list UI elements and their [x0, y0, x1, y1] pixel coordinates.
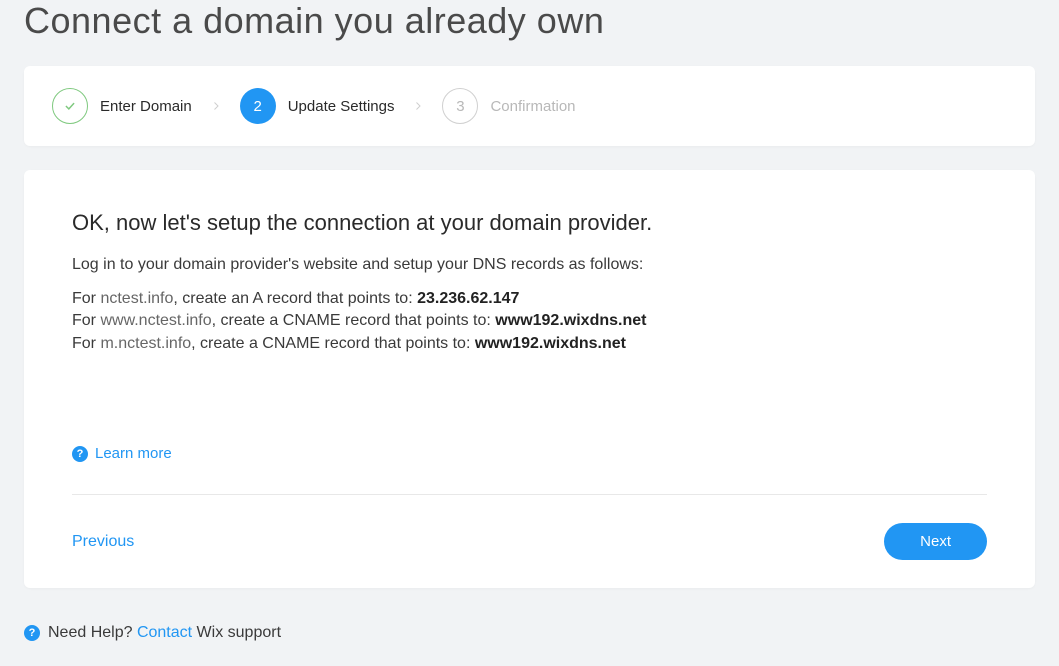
step-number-icon: 2	[240, 88, 276, 124]
next-button[interactable]: Next	[884, 523, 987, 560]
stepper: Enter Domain 2 Update Settings 3 Confirm…	[24, 66, 1035, 146]
content-heading: OK, now let's setup the connection at yo…	[72, 210, 987, 236]
record-target: www192.wixdns.net	[475, 335, 626, 352]
help-icon: ?	[72, 446, 88, 462]
checkmark-icon	[52, 88, 88, 124]
step-update-settings: 2 Update Settings	[240, 88, 395, 124]
support-suffix: Wix support	[192, 624, 281, 641]
step-enter-domain: Enter Domain	[52, 88, 192, 124]
record-target: www192.wixdns.net	[495, 312, 646, 329]
record-suffix: , create a CNAME record that points to:	[212, 312, 491, 329]
dns-records: For nctest.info, create an A record that…	[72, 288, 987, 355]
chevron-right-icon	[412, 100, 424, 112]
record-domain: nctest.info	[100, 290, 173, 307]
instruction-text: Log in to your domain provider's website…	[72, 256, 987, 274]
record-target: 23.236.62.147	[417, 290, 519, 307]
chevron-right-icon	[210, 100, 222, 112]
content-card: OK, now let's setup the connection at yo…	[24, 170, 1035, 588]
divider	[72, 494, 987, 495]
record-domain: www.nctest.info	[100, 312, 211, 329]
step-label: Update Settings	[288, 98, 395, 115]
record-domain: m.nctest.info	[100, 335, 191, 352]
contact-link[interactable]: Contact	[137, 624, 192, 641]
step-label: Enter Domain	[100, 98, 192, 115]
record-prefix: For	[72, 335, 96, 352]
dns-record-cname-www: For www.nctest.info, create a CNAME reco…	[72, 310, 987, 332]
page-title: Connect a domain you already own	[24, 0, 1035, 42]
previous-button[interactable]: Previous	[72, 533, 134, 551]
footer-help: ? Need Help? Contact Wix support	[24, 624, 1035, 642]
help-icon: ?	[24, 625, 40, 641]
record-prefix: For	[72, 290, 96, 307]
need-help-text: Need Help?	[48, 624, 133, 641]
step-label: Confirmation	[490, 98, 575, 115]
learn-more-link[interactable]: ? Learn more	[72, 445, 172, 462]
record-suffix: , create an A record that points to:	[173, 290, 412, 307]
actions-row: Previous Next	[72, 523, 987, 560]
record-suffix: , create a CNAME record that points to:	[191, 335, 470, 352]
dns-record-cname-m: For m.nctest.info, create a CNAME record…	[72, 333, 987, 355]
step-number-icon: 3	[442, 88, 478, 124]
learn-more-label: Learn more	[95, 445, 172, 462]
dns-record-a: For nctest.info, create an A record that…	[72, 288, 987, 310]
step-confirmation: 3 Confirmation	[442, 88, 575, 124]
record-prefix: For	[72, 312, 96, 329]
